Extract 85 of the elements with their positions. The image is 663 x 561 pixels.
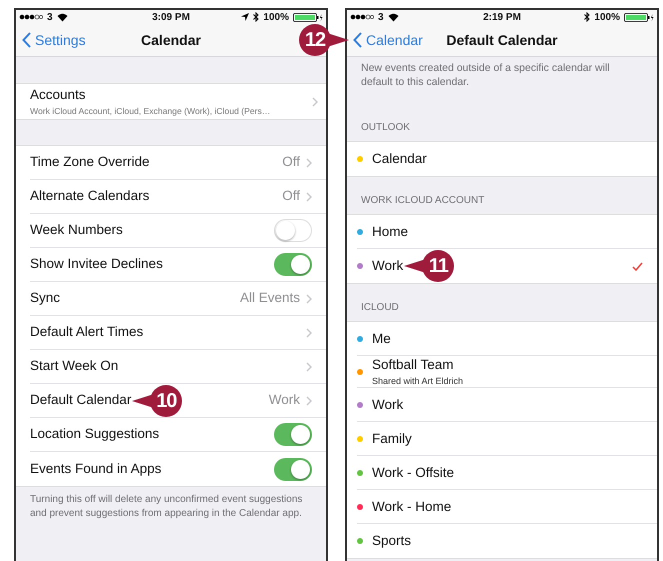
row-value: Off xyxy=(282,187,300,206)
row-label: Week Numbers xyxy=(30,222,123,238)
chevron-icon xyxy=(306,362,312,372)
settings-row[interactable]: Show Invitee Declines xyxy=(30,248,326,282)
settings-row[interactable]: Sync All Events xyxy=(30,282,326,316)
section-header: ICLOUD xyxy=(360,301,400,316)
chevron-icon xyxy=(306,328,312,338)
calendar-name: Work xyxy=(372,396,404,412)
section-header: WORK ICLOUD ACCOUNT xyxy=(360,194,486,208)
calendar-row[interactable]: Softball Team Shared with Art Eldrich xyxy=(357,356,657,388)
settings-row[interactable]: Location Suggestions xyxy=(30,418,326,452)
row-label: Location Suggestions xyxy=(30,426,160,442)
chevron-icon xyxy=(306,158,312,168)
calendar-row[interactable]: Work xyxy=(357,388,657,422)
row-label: Sync xyxy=(30,290,60,306)
row-label: Default Calendar xyxy=(30,392,132,408)
back-button[interactable]: Settings xyxy=(16,28,92,52)
calendar-name: Me xyxy=(372,330,391,346)
row-value: Off xyxy=(282,153,300,172)
carrier-name: 3 xyxy=(47,10,53,24)
battery-charging-icon xyxy=(624,12,654,22)
chevron-icon xyxy=(306,396,312,406)
settings-row[interactable]: Default Alert Times xyxy=(30,316,326,350)
calendar-name: Calendar xyxy=(372,151,427,166)
wifi-icon xyxy=(56,12,68,22)
settings-row[interactable]: Week Numbers xyxy=(30,214,326,248)
row-value: All Events xyxy=(240,289,300,308)
battery-percentage: 100% xyxy=(263,10,289,24)
row-label: Show Invitee Declines xyxy=(30,256,163,272)
settings-row[interactable]: Default Calendar 10 Work xyxy=(30,384,326,418)
back-button[interactable]: Calendar xyxy=(347,28,429,52)
calendar-name: Softball Team xyxy=(372,356,454,372)
row-value: Work xyxy=(268,391,300,410)
toggle-switch[interactable] xyxy=(274,423,312,446)
row-label: Accounts xyxy=(30,86,87,104)
step-number: 11 xyxy=(422,250,454,282)
calendar-name: Home xyxy=(372,224,408,239)
row-label: Events Found in Apps xyxy=(30,460,162,476)
calendar-row[interactable]: Work - Home xyxy=(357,490,657,524)
toggle-switch[interactable] xyxy=(274,253,312,276)
row-label: Default Alert Times xyxy=(30,324,144,340)
settings-row[interactable]: Alternate Calendars Off xyxy=(30,180,326,214)
calendar-name: Family xyxy=(372,430,412,446)
row-label: Start Week On xyxy=(30,358,118,374)
row-subtitle: Work iCloud Account, iCloud, Exchange (Work), iCloud (Pers… xyxy=(30,105,270,118)
calendar-name: Work - Offsite xyxy=(372,464,454,480)
settings-row[interactable]: Events Found in Apps xyxy=(30,452,326,486)
calendar-row[interactable]: Work - Offsite xyxy=(357,456,657,490)
battery-percentage: 100% xyxy=(594,10,620,24)
status-time: 3:09 PM xyxy=(152,10,190,24)
settings-row[interactable]: Time Zone Override Off xyxy=(30,146,326,180)
description-text: New events created outside of a specific calendar will default to this calendar. xyxy=(360,61,611,90)
section-header: OUTLOOK xyxy=(360,121,411,136)
signal-icon xyxy=(350,14,374,20)
checkmark-icon xyxy=(632,262,643,271)
chevron-icon xyxy=(306,192,312,202)
signal-icon xyxy=(19,14,43,20)
calendar-name: Sports xyxy=(372,533,412,548)
bluetooth-icon xyxy=(253,12,260,22)
battery-charging-icon xyxy=(293,12,323,22)
wifi-icon xyxy=(388,12,399,22)
chevron-icon xyxy=(312,96,318,106)
calendar-name: Work xyxy=(372,258,404,274)
bluetooth-icon xyxy=(584,12,590,22)
chevron-icon xyxy=(306,294,312,304)
calendar-row[interactable]: Home xyxy=(357,215,657,250)
settings-row[interactable]: Start Week On xyxy=(30,350,326,384)
nav-title: Calendar xyxy=(141,30,201,50)
toggle-switch[interactable] xyxy=(274,458,312,480)
calendar-row[interactable]: Me xyxy=(357,322,657,356)
calendar-row[interactable]: Work 11 xyxy=(357,249,657,284)
calendar-subtitle: Shared with Art Eldrich xyxy=(372,375,464,388)
step-number: 10 xyxy=(150,384,182,416)
back-chevron-icon xyxy=(353,32,362,48)
calendar-name: Work - Home xyxy=(372,498,452,514)
nav-title: Default Calendar xyxy=(446,30,558,50)
footer-note: Turning this off will delete any unconfirmed event suggestions and prevent suggestions from appearing in the Calendar app. xyxy=(29,493,304,520)
back-chevron-icon xyxy=(22,32,31,48)
pointer-arrow-icon xyxy=(327,33,349,47)
row-label: Alternate Calendars xyxy=(30,188,150,204)
status-time: 2:19 PM xyxy=(483,10,521,24)
carrier-name: 3 xyxy=(378,10,384,24)
row-label: Time Zone Override xyxy=(30,154,150,170)
calendar-row[interactable]: Family xyxy=(357,422,657,456)
calendar-row[interactable]: Sports xyxy=(357,524,657,558)
